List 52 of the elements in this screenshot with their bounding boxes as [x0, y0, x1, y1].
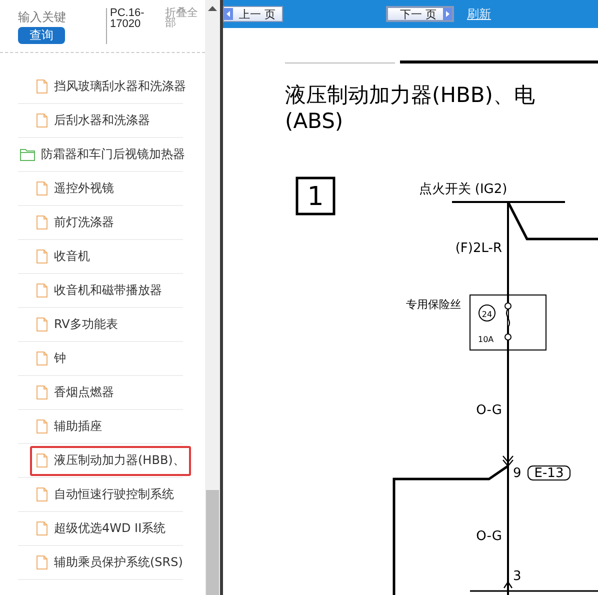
file-icon — [36, 181, 48, 196]
tree-item[interactable]: RV多功能表 — [30, 310, 124, 340]
file-icon — [36, 317, 48, 332]
wire-label: O-G — [476, 529, 502, 544]
left-arrow-icon — [224, 8, 233, 20]
file-icon — [36, 215, 48, 230]
code-label: PC.16-17020 — [110, 8, 146, 32]
search-button[interactable]: 查询 — [18, 27, 65, 44]
tree-item[interactable]: 后刮水器和洗涤器 — [30, 106, 156, 136]
file-icon — [36, 283, 48, 298]
folder-icon — [20, 148, 35, 161]
tree-item[interactable]: 收音机和磁带播放器 — [30, 276, 168, 306]
pin-number: 3 — [513, 569, 522, 584]
tree-item[interactable]: 自动恒速行驶控制系统 — [30, 480, 180, 510]
tree-item[interactable]: 辅助乘员保护系统(SRS) — [30, 548, 189, 578]
file-icon — [36, 453, 48, 468]
tree-item[interactable]: 超级优选4WD II系统 — [30, 514, 172, 544]
scrollbar[interactable] — [205, 0, 220, 595]
switch-label: 点火开关 (IG2) — [418, 182, 508, 197]
previous-page-button[interactable]: 上一 页 — [223, 6, 282, 22]
tree-folder[interactable]: 防霜器和车门后视镜加热器 — [14, 140, 191, 170]
file-icon — [36, 79, 48, 94]
tree-item[interactable]: 液压制动加力器(HBB)、 — [30, 446, 191, 476]
connector-label: E-13 — [534, 466, 564, 481]
tree-item[interactable]: 挡风玻璃刮水器和洗涤器 — [30, 72, 192, 102]
file-icon — [36, 249, 48, 264]
file-icon — [36, 385, 48, 400]
fuse-rating: 10A — [478, 335, 494, 344]
fuse-number: 24 — [482, 310, 492, 319]
fuse-label: 专用保险丝 — [406, 298, 461, 311]
tree-item[interactable]: 前灯洗涤器 — [30, 208, 120, 238]
tree-item[interactable]: 香烟点燃器 — [30, 378, 120, 408]
tree-item[interactable]: 收音机 — [30, 242, 96, 272]
file-icon — [36, 521, 48, 536]
file-icon — [36, 487, 48, 502]
scroll-up-icon[interactable] — [208, 6, 217, 11]
wire-label: O-G — [476, 403, 502, 418]
document-title: 液压制动加力器(HBB)、电 — [285, 83, 535, 107]
tree-item[interactable]: 遥控外视镜 — [30, 174, 120, 204]
wire-label: (F)2L-R — [455, 241, 502, 256]
file-icon — [36, 113, 48, 128]
document-title: (ABS) — [285, 109, 344, 133]
file-icon — [36, 419, 48, 434]
tree-item[interactable]: 辅助插座 — [30, 412, 108, 442]
figure-number-box: 1 — [296, 176, 336, 216]
tree-item[interactable]: 钟 — [30, 344, 72, 374]
pin-number: 9 — [513, 466, 522, 481]
file-icon — [36, 351, 48, 366]
right-arrow-icon — [442, 8, 452, 20]
scrollbar-thumb[interactable] — [206, 490, 219, 595]
file-icon — [36, 555, 48, 570]
next-page-button[interactable]: 下一 页 — [386, 6, 454, 22]
